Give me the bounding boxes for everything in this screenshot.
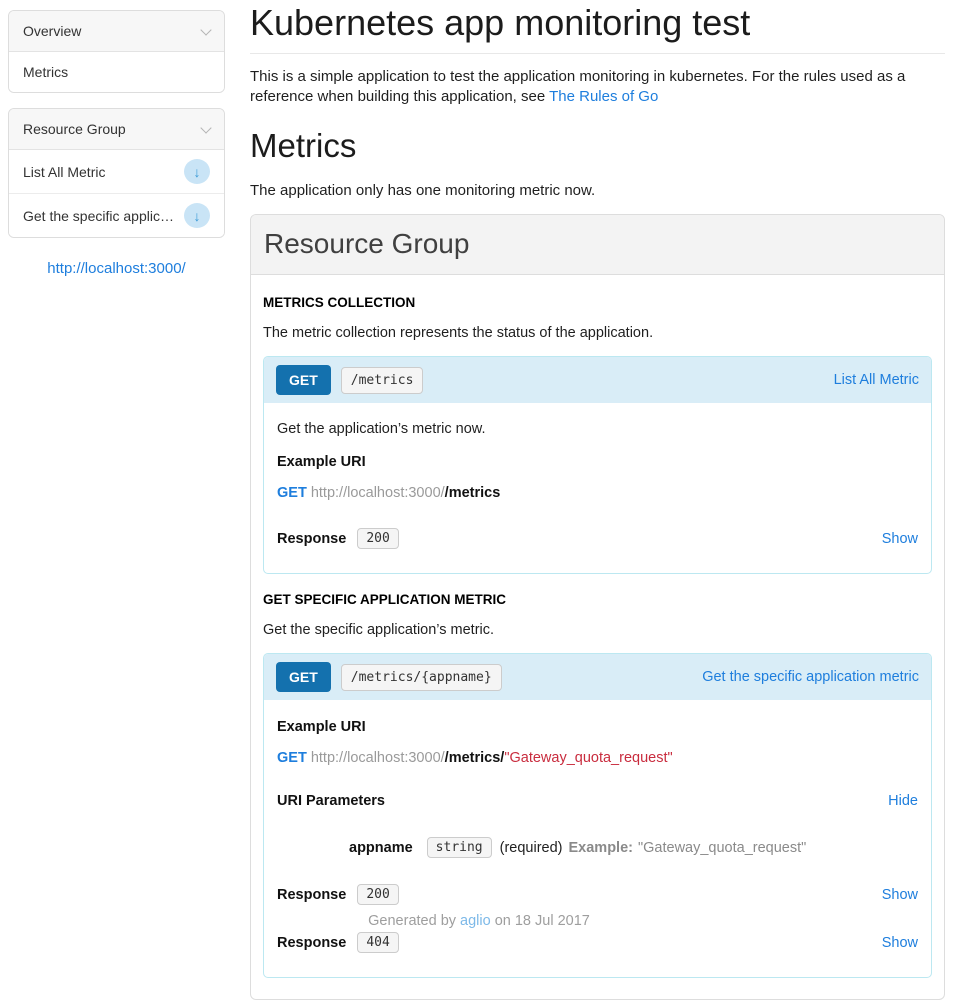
uri-template-chip: /metrics/{appname} [341,664,502,691]
uri-template-chip: /metrics [341,367,424,394]
action-header[interactable]: GET /metrics List All Metric [264,357,931,403]
response-row: Response 404 Show [277,932,918,953]
page-header: Kubernetes app monitoring test [250,0,945,54]
resource-group-body: METRICS COLLECTION The metric collection… [251,275,944,999]
sidebar: Overview Metrics Resource Group List All… [8,10,225,277]
response-code-chip: 404 [357,932,398,953]
response-code-chip: 200 [357,528,398,549]
action-title-link[interactable]: Get the specific application metric [702,669,919,685]
sidebar-item-label: Get the specific application metric [23,208,178,224]
footer-generated-by: Generated by [368,913,460,929]
rules-of-go-link[interactable]: The Rules of Go [549,88,658,105]
parameter-name: appname [349,840,413,856]
example-host: http://localhost:3000/ [311,485,445,501]
response-code-chip: 200 [357,884,398,905]
action-header[interactable]: GET /metrics/{appname} Get the specific … [264,654,931,700]
resource-group-panel: Resource Group METRICS COLLECTION The me… [250,214,945,1000]
response-row: Response 200 Show [277,884,918,905]
sidebar-item-metrics[interactable]: Metrics [9,52,224,92]
intro-paragraph: This is a simple application to test the… [250,67,945,107]
parameter-required-flag: (required) [500,840,563,856]
metrics-section-title: Metrics [250,127,945,165]
action-card-get-specific-application-metric: GET /metrics/{appname} Get the specific … [263,653,932,978]
sidebar-group-overview-label: Overview [23,23,81,39]
sidebar-group-resource-group-label: Resource Group [23,121,126,137]
parameter-type-chip: string [427,837,492,858]
http-method-badge: GET [276,662,331,692]
response-show-link[interactable]: Show [882,887,918,903]
resource-description: The metric collection represents the sta… [263,325,932,341]
main-content: Kubernetes app monitoring test This is a… [250,0,945,1000]
resource-name-metrics-collection: METRICS COLLECTION [263,295,932,310]
parameter-row-appname: appname string (required) Example: "Gate… [349,837,918,858]
resource-name-get-specific-application-metric: GET SPECIFIC APPLICATION METRIC [263,592,932,607]
uri-parameters-hide-link[interactable]: Hide [888,793,918,809]
host-link[interactable]: http://localhost:3000/ [8,260,225,277]
resource-description: Get the specific application’s metric. [263,622,932,638]
chevron-down-icon [200,122,211,133]
sidebar-item-get-specific-application-metric[interactable]: Get the specific application metric ↓ [9,194,224,237]
sidebar-item-label: Metrics [23,64,68,80]
uri-parameters-row: URI Parameters Hide [277,793,918,809]
action-description: Get the application’s metric now. [277,421,918,437]
action-body: Example URI GET http://localhost:3000//m… [264,700,931,977]
example-uri-parameter-value: "Gateway_quota_request" [504,750,672,766]
example-uri: GET http://localhost:3000//metrics/"Gate… [277,750,918,766]
action-card-list-all-metric: GET /metrics List All Metric Get the app… [263,356,932,574]
sidebar-group-overview: Overview Metrics [8,10,225,93]
sidebar-item-label: List All Metric [23,164,105,180]
uri-parameters-label: URI Parameters [277,793,385,809]
parameter-example-value: "Gateway_quota_request" [638,840,806,856]
response-label: Response [277,531,346,547]
page-footer: Generated by aglio on 18 Jul 2017 [0,913,958,929]
example-uri-label: Example URI [277,719,918,735]
sidebar-item-list-all-metric[interactable]: List All Metric ↓ [9,150,224,194]
example-method: GET [277,485,307,501]
resource-group-heading: Resource Group [251,215,944,275]
example-method: GET [277,750,307,766]
response-show-link[interactable]: Show [882,531,918,547]
example-uri-label: Example URI [277,454,918,470]
example-uri: GET http://localhost:3000//metrics [277,485,918,501]
parameter-example-label: Example: [569,840,633,856]
sidebar-group-resource-group-header[interactable]: Resource Group [9,109,224,150]
response-label: Response [277,935,346,951]
footer-date: on 18 Jul 2017 [491,913,590,929]
response-label: Response [277,887,346,903]
arrow-down-icon[interactable]: ↓ [184,159,210,184]
metrics-section-description: The application only has one monitoring … [250,182,945,199]
page-title: Kubernetes app monitoring test [250,2,945,43]
sidebar-group-resource-group: Resource Group List All Metric ↓ Get the… [8,108,225,238]
example-host: http://localhost:3000/ [311,750,445,766]
response-row: Response 200 Show [277,528,918,549]
example-path: /metrics/ [445,750,505,766]
http-method-badge: GET [276,365,331,395]
action-title-link[interactable]: List All Metric [834,372,919,388]
response-show-link[interactable]: Show [882,935,918,951]
action-body: Get the application’s metric now. Exampl… [264,403,931,573]
sidebar-group-overview-header[interactable]: Overview [9,11,224,52]
example-path: /metrics [445,485,501,501]
arrow-down-icon[interactable]: ↓ [184,203,210,228]
chevron-down-icon [200,24,211,35]
aglio-link[interactable]: aglio [460,913,491,929]
